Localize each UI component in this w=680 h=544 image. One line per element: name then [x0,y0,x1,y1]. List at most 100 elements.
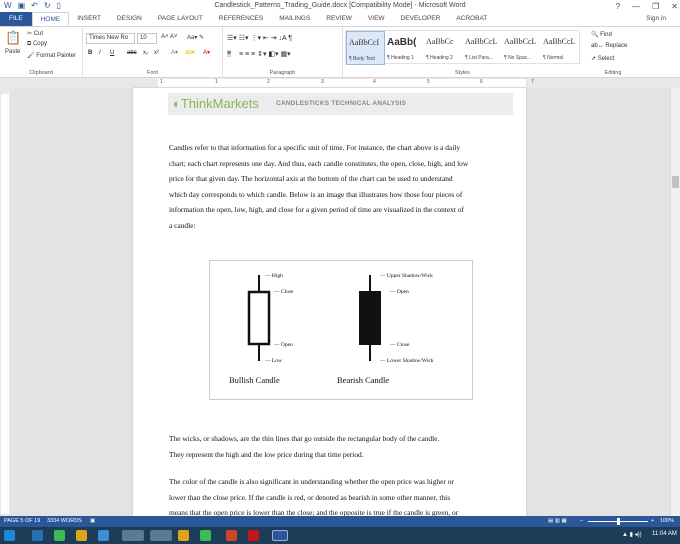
maximize-button[interactable]: ❐ [652,2,659,11]
clipboard-group: 📋 Paste ✂ Cut ⧉ Copy 🖌 Format Painter Cl… [0,27,83,77]
highlight-icon[interactable]: ab▾ [185,49,195,56]
horizontal-ruler[interactable]: 1 1 2 3 4 5 6 7 [0,78,680,88]
copy-button[interactable]: ⧉ Copy [27,41,47,48]
start-icon[interactable] [4,530,15,541]
view-buttons[interactable]: ▤ ▥ ▦ [548,516,567,527]
zoom-slider-thumb[interactable] [617,518,620,525]
label-close: — Close [390,342,410,348]
grow-font-icon[interactable]: A˄ A˅ [161,34,177,40]
format-painter-button[interactable]: 🖌 Format Painter [27,52,76,59]
align-center-icon[interactable]: ≡ ≡ ≡ ⇕▾ ◧▾ ▦▾ [239,50,291,58]
app-icon[interactable] [200,530,211,541]
font-group: Times New Ro 10 A˄ A˅ Aa▾ ✎ B I U abc x₂… [83,27,223,77]
undo-icon[interactable]: ↶ [31,0,38,12]
font-color-icon[interactable]: A▾ [203,49,210,56]
paste-icon[interactable]: 📋 [5,30,21,46]
chrome-icon[interactable] [76,530,87,541]
style-normal[interactable]: AaBbCcL ¶ Normal [541,31,580,65]
tray-icons[interactable]: ▲ ▮ ◂)) [622,531,642,538]
zoom-in-icon[interactable]: + [651,516,654,527]
word-count[interactable]: 3334 WORDS [47,516,82,527]
new-doc-icon[interactable]: ▯ [57,0,61,12]
align-left-icon[interactable]: ≡ [227,50,232,57]
vertical-scrollbar[interactable] [670,88,680,516]
clock: 11:04 AM [652,531,677,537]
bullets-icon[interactable]: ☰▾ ☷▾ ⋮▾ ⇤ ⇥ ↓A ¶ [227,34,292,42]
strikethrough-button[interactable]: abc [127,50,137,56]
style-list-paragraph[interactable]: AaBbCcL ¶ List Para... [463,31,502,65]
tab-home[interactable]: HOME [31,12,70,26]
styles-gallery: AaBbCcI ¶ Body Text AaBb( ¶ Heading 1 Aa… [345,30,580,65]
tab-design[interactable]: DESIGN [109,12,150,26]
text-effects-icon[interactable]: A▾ [171,49,178,56]
paragraph-group: ☰▾ ☷▾ ⋮▾ ⇤ ⇥ ↓A ¶ ≡ ≡ ≡ ≡ ⇕▾ ◧▾ ▦▾ Parag… [223,27,343,77]
vertical-ruler [0,88,10,516]
ruler-mark: 7 [531,79,534,85]
cut-button[interactable]: ✂ Cut [27,30,43,37]
redo-icon[interactable]: ↻ [44,0,51,12]
font-name-combo[interactable]: Times New Ro [86,33,135,44]
tab-file[interactable]: FILE [0,12,32,26]
clipboard-label: Clipboard [29,70,53,76]
document-page[interactable]: ◐ThinkMarkets CANDLESTICKS TECHNICAL ANA… [133,88,526,517]
ruler-mark: 4 [373,79,376,85]
zoom-level[interactable]: 100% [660,516,674,527]
tab-view[interactable]: VIEW [360,12,393,26]
text-line: Candles refer to that information for a … [169,143,461,152]
tab-review[interactable]: REVIEW [318,12,360,26]
chrome-icon[interactable] [226,530,237,541]
tab-developer[interactable]: DEVELOPER [393,12,449,26]
help-button[interactable]: ? [616,2,620,11]
text-line: lower than the close price. If the candl… [169,492,451,502]
style-no-spacing[interactable]: AaBbCcL ¶ No Spac... [502,31,541,65]
change-case-icon[interactable]: Aa▾ ✎ [187,34,204,41]
quick-access-toolbar: W ▣ ↶ ↻ ▯ [0,0,61,12]
text-line: chart; each chart represents one day. An… [169,158,469,168]
binoculars-icon: 🔍 [591,32,601,38]
select-button[interactable]: ➚ Select [591,55,614,62]
tab-references[interactable]: REFERENCES [211,12,271,26]
folder-icon[interactable] [178,530,189,541]
tab-insert[interactable]: INSERT [69,12,109,26]
app-icon[interactable] [122,530,144,541]
label-close: — Close [274,289,294,295]
font-size-combo[interactable]: 10 [137,33,157,44]
zoom-out-icon[interactable]: − [580,516,583,527]
whatsapp-icon[interactable] [54,530,65,541]
ribbon-tabs: FILE HOME INSERT DESIGN PAGE LAYOUT REFE… [0,12,680,26]
text-line: which day corresponds to which candle. B… [169,189,463,199]
tab-acrobat[interactable]: ACROBAT [448,12,495,26]
scissors-icon: ✂ [27,31,34,37]
firefox-icon[interactable] [98,530,109,541]
style-heading-2[interactable]: AaBbCc ¶ Heading 2 [424,31,463,65]
paste-button[interactable]: Paste [5,49,20,55]
close-button[interactable]: ✕ [671,2,678,11]
candle-figure: — High — Close — Open — Low — Upper Shad… [209,260,473,400]
replace-button[interactable]: ab↔ Replace [591,43,627,49]
tab-page-layout[interactable]: PAGE LAYOUT [150,12,211,26]
underline-button[interactable]: U [110,50,114,56]
sign-in-link[interactable]: Sign in [646,12,666,26]
style-body-text[interactable]: AaBbCcI ¶ Body Text [346,31,385,65]
italic-button[interactable]: I [99,50,101,56]
editing-label: Editing [604,70,622,76]
caption-bullish: Bullish Candle [229,375,280,385]
superscript-button[interactable]: x² [154,50,159,56]
style-heading-1[interactable]: AaBb( ¶ Heading 1 [385,31,424,65]
word-taskbar-icon[interactable] [272,530,288,541]
scrollbar-thumb[interactable] [672,176,679,188]
find-button[interactable]: 🔍 Find [591,31,612,38]
bold-button[interactable]: B [88,50,92,56]
minimize-button[interactable]: — [632,2,640,11]
proofing-icon[interactable]: ▣ [90,516,95,527]
cursor-icon: ➚ [591,56,598,62]
tab-mailings[interactable]: MAILINGS [271,12,318,26]
app-icon[interactable] [150,530,172,541]
acrobat-icon[interactable] [248,530,259,541]
ie-icon[interactable] [32,530,43,541]
save-icon[interactable]: ▣ [18,0,26,12]
page-count[interactable]: PAGE 5 OF 19 [4,516,40,527]
text-line: information the open, low, high, and clo… [169,205,464,214]
ruler-mark: 5 [427,79,430,85]
subscript-button[interactable]: x₂ [143,50,148,56]
